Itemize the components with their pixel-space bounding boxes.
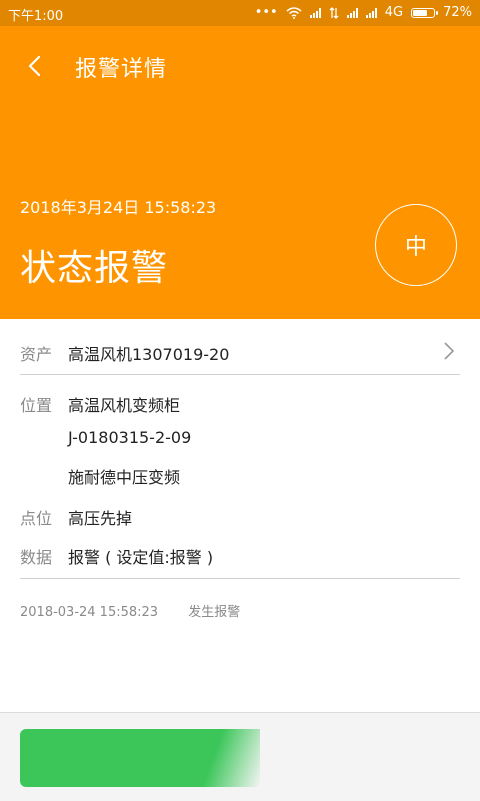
data-transfer-icon: [329, 6, 339, 19]
data-value: 报警 ( 设定值:报警 ): [68, 548, 214, 567]
log-event: 发生报警: [188, 605, 241, 620]
point-value: 高压先掉: [68, 509, 133, 528]
divider: [20, 374, 460, 375]
page-title: 报警详情: [75, 57, 168, 82]
divider: [20, 578, 460, 579]
alarm-datetime: 2018年3月24日 15:58:23: [20, 198, 217, 217]
asset-label: 资产: [20, 345, 53, 364]
bottom-action-bar: [0, 712, 480, 801]
signal-icon-2: [346, 7, 358, 18]
signal-icon-3: [365, 7, 377, 18]
battery-percent: 72%: [443, 5, 472, 20]
alarm-log-entry: 2018-03-24 15:58:23 发生报警: [20, 601, 240, 620]
action-button[interactable]: [20, 729, 260, 787]
signal-icon: [309, 7, 321, 18]
location-line-1: 高温风机变频柜: [68, 396, 181, 415]
log-time: 2018-03-24 15:58:23: [20, 605, 159, 620]
status-bar: 下午1:00 ••• 4G 72%: [0, 0, 480, 26]
location-line-2: J-0180315-2-09: [68, 428, 192, 447]
point-label: 点位: [20, 509, 53, 528]
network-type: 4G: [384, 5, 404, 20]
data-label: 数据: [20, 548, 53, 567]
location-label: 位置: [20, 396, 53, 415]
asset-value: 高温风机1307019-20: [68, 345, 230, 364]
alarm-level-badge: 中: [375, 204, 457, 286]
status-icons: ••• 4G 72%: [255, 5, 472, 20]
battery-icon: [411, 7, 439, 18]
location-line-3: 施耐德中压变频: [68, 468, 181, 487]
alarm-header: 报警详情 2018年3月24日 15:58:23 状态报警 中: [0, 26, 480, 319]
back-arrow-icon[interactable]: [22, 48, 52, 84]
status-time: 下午1:00: [8, 9, 64, 24]
chevron-right-icon[interactable]: [440, 341, 458, 361]
more-dots-icon: •••: [254, 5, 278, 20]
alarm-status-title: 状态报警: [20, 248, 169, 289]
wifi-icon: [286, 6, 302, 19]
